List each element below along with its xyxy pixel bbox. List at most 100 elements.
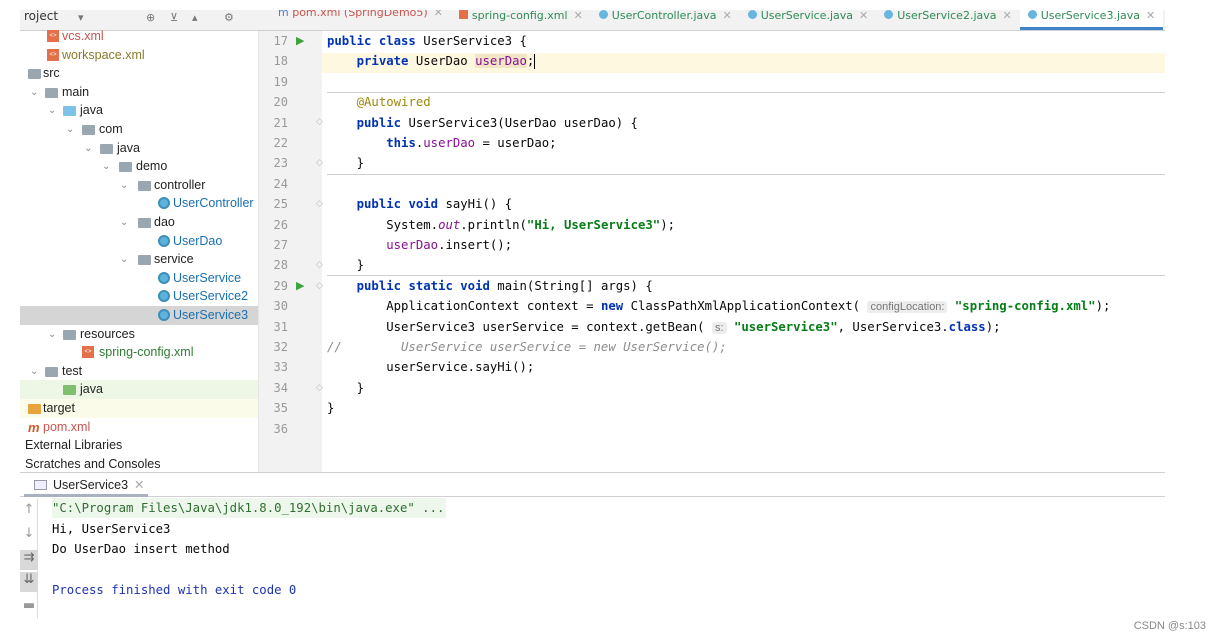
tree-item-label: controller — [154, 177, 206, 192]
tree-item[interactable]: ⌄ service — [20, 250, 258, 269]
chevron-down-icon[interactable]: ⌄ — [30, 362, 38, 381]
tree-item-label: test — [62, 363, 83, 378]
run-class-icon[interactable]: ▶ — [296, 34, 304, 47]
run-main-icon[interactable]: ▶ — [296, 279, 304, 292]
tree-item[interactable]: ⌄ java — [20, 101, 258, 120]
tab-pom-xml-springdemo5-[interactable]: m pom.xml (SpringDemo5) ✕ — [270, 10, 451, 30]
tree-item-label: UserController — [173, 196, 254, 211]
soft-wrap-icon[interactable]: ⇉ — [20, 550, 38, 570]
line-number: 32 — [273, 340, 288, 354]
chevron-down-icon[interactable]: ⌄ — [30, 83, 38, 102]
tree-item[interactable]: UserController — [20, 194, 258, 213]
line-number: 27 — [273, 238, 288, 252]
class-icon — [884, 10, 894, 19]
code-line: public UserService3(UserDao userDao) { — [327, 113, 638, 133]
chevron-down-icon[interactable]: ⌄ — [102, 157, 110, 176]
scroll-to-end-icon[interactable]: ⇊ — [20, 572, 38, 592]
tree-item[interactable]: ⌄ java — [20, 139, 258, 158]
gear-icon[interactable]: ⚙ — [224, 12, 234, 24]
tree-item[interactable]: <> spring-config.xml — [20, 343, 258, 362]
tab-userservice2-java[interactable]: UserService2.java ✕ — [876, 10, 1020, 30]
code-token: class — [948, 319, 986, 334]
run-tab[interactable]: UserService3 ✕ — [24, 473, 148, 497]
tree-item[interactable]: target — [20, 399, 258, 418]
tree-item[interactable]: <> workspace.xml — [20, 46, 258, 65]
print-icon[interactable]: ▬ — [20, 598, 38, 613]
tree-item[interactable]: ⌄ main — [20, 83, 258, 102]
code-token: .insert(); — [438, 238, 513, 252]
code-line: public void sayHi() { — [327, 194, 512, 214]
chevron-down-icon[interactable]: ⌄ — [48, 325, 56, 344]
class-icon — [1027, 10, 1037, 19]
method-separator — [327, 92, 1165, 93]
close-icon[interactable]: ✕ — [723, 10, 732, 22]
tree-item[interactable]: Scratches and Consoles — [20, 455, 258, 472]
close-icon[interactable]: ✕ — [134, 478, 144, 492]
class-icon — [598, 10, 608, 19]
tree-item[interactable]: <> vcs.xml — [20, 27, 258, 46]
line-number: 25 — [273, 197, 288, 212]
tree-item[interactable]: External Libraries — [20, 436, 258, 455]
tree-item-label: spring-config.xml — [99, 345, 194, 360]
tree-item[interactable]: src — [20, 64, 258, 83]
chevron-down-icon[interactable]: ⌄ — [48, 101, 56, 120]
tree-item[interactable]: ⌄ com — [20, 120, 258, 139]
line-number: 17 — [273, 34, 288, 48]
close-icon[interactable]: ✕ — [859, 10, 868, 22]
chevron-down-icon[interactable]: ⌄ — [66, 120, 74, 139]
tree-item[interactable]: m pom.xml — [20, 418, 258, 437]
tree-item[interactable]: UserService — [20, 269, 258, 288]
close-icon[interactable]: ✕ — [574, 10, 583, 22]
code-token: } — [327, 401, 335, 416]
tab-userservice3-java[interactable]: UserService3.java ✕ — [1019, 10, 1164, 30]
tree-item[interactable]: UserService3 — [20, 306, 258, 325]
expand-icon[interactable]: ▴ — [192, 12, 198, 24]
watermark: CSDN @s:103 — [1133, 620, 1206, 632]
resources-folder-icon — [63, 329, 76, 340]
collapse-all-icon[interactable]: ⊻ — [170, 12, 178, 24]
tree-item[interactable]: ⌄ resources — [20, 325, 258, 344]
dropdown-icon[interactable]: ▾ — [78, 12, 84, 24]
tree-item[interactable]: java — [20, 380, 258, 400]
tab-usercontroller-java[interactable]: UserController.java ✕ — [591, 10, 740, 30]
parameter-hint: configLocation: — [867, 301, 948, 314]
code-editor[interactable]: public class UserService3 { private User… — [322, 31, 1165, 472]
tree-item[interactable]: ⌄ test — [20, 362, 258, 381]
project-panel-title[interactable]: roject — [24, 10, 58, 23]
tab-userdao-java[interactable]: UserDao.java✕ — [1163, 10, 1165, 30]
code-line: UserService3 userService = context.getBe… — [327, 317, 1001, 337]
package-icon — [82, 125, 95, 135]
tree-item[interactable]: UserService2 — [20, 287, 258, 306]
code-token: userDao — [423, 136, 476, 150]
chevron-down-icon[interactable]: ⌄ — [120, 213, 128, 232]
close-icon[interactable]: ✕ — [434, 10, 443, 19]
code-token: } — [327, 156, 365, 171]
code-line: @Autowired — [327, 92, 431, 112]
chevron-down-icon[interactable]: ⌄ — [84, 139, 92, 158]
tree-item[interactable]: ⌄ demo — [20, 157, 258, 176]
xml-file-icon: <> — [47, 48, 59, 61]
line-number: 19 — [273, 74, 288, 89]
arrow-down-icon[interactable]: ↓ — [20, 526, 38, 541]
code-token: ; — [526, 54, 535, 69]
xml-file-icon — [458, 10, 468, 19]
code-line: public static void main(String[] args) { — [327, 276, 653, 296]
code-token: userDao — [386, 238, 439, 252]
code-token: ); — [660, 217, 675, 232]
tree-item-label: java — [80, 382, 103, 397]
tree-item[interactable]: ⌄ dao — [20, 213, 258, 232]
locate-icon[interactable]: ⊕ — [146, 12, 155, 24]
arrow-up-icon[interactable]: ↑ — [20, 502, 38, 517]
chevron-down-icon[interactable]: ⌄ — [120, 250, 128, 269]
chevron-down-icon[interactable]: ⌄ — [120, 176, 128, 195]
close-icon[interactable]: ✕ — [1146, 10, 1155, 22]
tab-userservice-java[interactable]: UserService.java ✕ — [740, 10, 877, 30]
package-icon — [138, 180, 151, 191]
close-icon[interactable]: ✕ — [1003, 10, 1012, 22]
tree-item[interactable]: UserDao — [20, 232, 258, 251]
tree-item[interactable]: ⌄ controller — [20, 176, 258, 195]
class-icon — [158, 197, 170, 210]
line-number: 31 — [273, 319, 288, 334]
tab-spring-config-xml[interactable]: spring-config.xml ✕ — [451, 10, 591, 30]
